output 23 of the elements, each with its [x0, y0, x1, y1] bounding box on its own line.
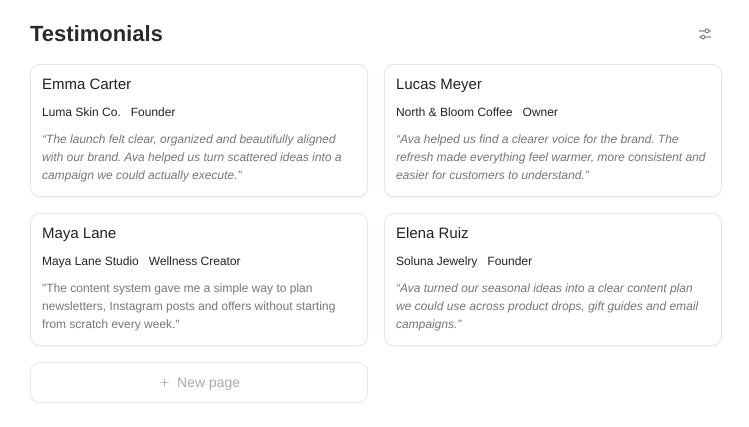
- role-label: Founder: [487, 253, 532, 269]
- quote-text: “Ava turned our seasonal ideas into a clear content plan we could use across product drops, gift guides and email campaigns.”: [396, 280, 700, 333]
- testimonial-card[interactable]: Elena Ruiz Soluna Jewelry Founder “Ava turned our seasonal ideas into a clear content plan we could use across product drops, gift guides and email campaigns.”: [384, 213, 722, 346]
- role-label: Founder: [130, 104, 176, 120]
- company-name: Soluna Jewelry: [396, 253, 478, 269]
- page-title: Testimonials: [30, 20, 163, 48]
- testimonial-card[interactable]: Maya Lane Maya Lane Studio Wellness Creator "The content system gave me a simple way to plan newsletters, Instagram posts and offers without starting from scratch every week.": [30, 213, 368, 346]
- testimonial-card[interactable]: Lucas Meyer North & Bloom Coffee Owner “Ava helped us find a clearer voice for the brand. The refresh made everything feel warmer, more consistent and easier for customers to understand.”: [384, 64, 722, 197]
- role-label: Owner: [522, 104, 558, 120]
- company-name: North & Bloom Coffee: [396, 104, 513, 120]
- testimonial-card[interactable]: Emma Carter Luma Skin Co. Founder “The launch felt clear, organized and beautifully aligned with our brand. Ava helped us turn scattered ideas into a campaign we could actually execute.”: [30, 64, 368, 197]
- person-name: Lucas Meyer: [396, 75, 483, 95]
- settings-icon[interactable]: [697, 26, 713, 42]
- person-name: Emma Carter: [42, 75, 132, 95]
- quote-text: “The launch felt clear, organized and beautifully aligned with our brand. Ava helped us turn scattered ideas into a campaign we could actually execute.”: [42, 131, 343, 184]
- role-label: Wellness Creator: [148, 253, 241, 269]
- company-name: Luma Skin Co.: [42, 104, 121, 120]
- plus-icon: [158, 376, 171, 389]
- person-name: Maya Lane: [42, 224, 118, 244]
- person-name: Elena Ruiz: [396, 224, 470, 244]
- quote-text: “Ava helped us find a clearer voice for the brand. The refresh made everything feel warmer, more consistent and easier for customers to understand.”: [396, 131, 707, 184]
- quote-text: "The content system gave me a simple way to plan newsletters, Instagram posts and offers without starting from scratch every week.": [42, 280, 336, 333]
- company-name: Maya Lane Studio: [42, 253, 139, 269]
